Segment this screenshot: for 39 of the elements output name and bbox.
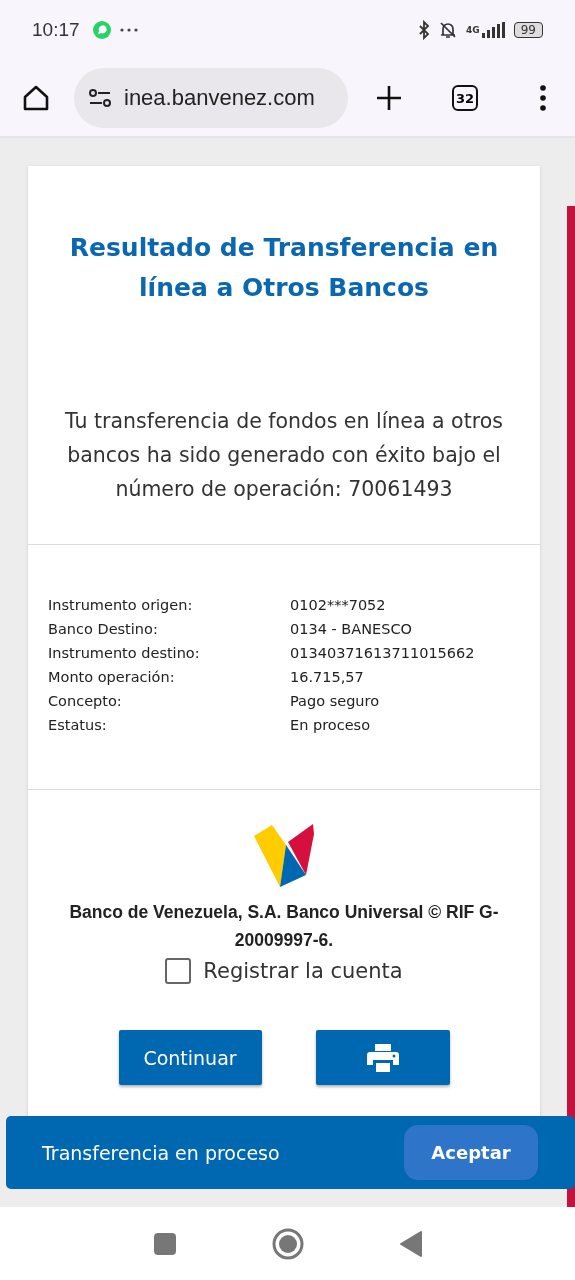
status-time: 10:17 <box>32 19 80 41</box>
bank-logo <box>252 822 316 888</box>
print-button[interactable] <box>315 1030 450 1085</box>
chat-app-icon <box>91 20 112 40</box>
legal-text: Banco de Venezuela, S.A. Banco Universal © RIF G-20009997-6. <box>68 901 500 952</box>
tab-count-button[interactable]: 32 <box>452 85 478 111</box>
detail-value: 01340371613711015662 <box>290 644 475 663</box>
checkbox-label[interactable]: Registrar la cuenta <box>203 959 403 983</box>
continue-button[interactable]: Continuar <box>118 1030 262 1085</box>
battery-level: 99 <box>513 22 543 38</box>
detail-value: Pago seguro <box>290 692 380 711</box>
detail-value: 0102***7052 <box>290 596 386 615</box>
register-checkbox[interactable] <box>165 958 192 984</box>
detail-value: En proceso <box>290 716 370 735</box>
accept-button[interactable]: Aceptar <box>404 1125 538 1180</box>
page-title: Resultado de Transferencia en línea a Otros Bancos <box>68 232 500 304</box>
printer-icon <box>366 1043 399 1072</box>
detail-label: Banco Destino: <box>48 620 159 639</box>
detail-label: Estatus: <box>48 716 108 735</box>
menu-icon[interactable] <box>540 85 546 111</box>
back-icon[interactable] <box>399 1230 422 1257</box>
detail-value: 0134 - BANESCO <box>290 620 412 639</box>
signal-icon <box>481 22 506 38</box>
recents-icon[interactable] <box>153 1232 176 1255</box>
network-label: 4G <box>466 25 480 35</box>
detail-label: Instrumento destino: <box>48 644 201 663</box>
site-settings-icon[interactable] <box>88 88 112 108</box>
detail-label: Instrumento origen: <box>48 596 194 615</box>
more-icon <box>119 28 138 32</box>
result-message: Tu transferencia de fondos en línea a otros bancos ha sido generado con éxito bajo el número de operación: 70061493 <box>64 408 504 503</box>
home-icon[interactable] <box>22 84 50 112</box>
bluetooth-icon <box>418 20 431 40</box>
address-bar[interactable]: inea.banvenez.com <box>74 68 348 128</box>
snackbar-message: Transferencia en proceso <box>42 1141 280 1164</box>
detail-value: 16.715,57 <box>290 668 364 687</box>
detail-label: Monto operación: <box>48 668 176 687</box>
detail-label: Concepto: <box>48 692 123 711</box>
home-button-icon[interactable] <box>271 1227 304 1260</box>
plus-icon[interactable] <box>376 85 402 111</box>
